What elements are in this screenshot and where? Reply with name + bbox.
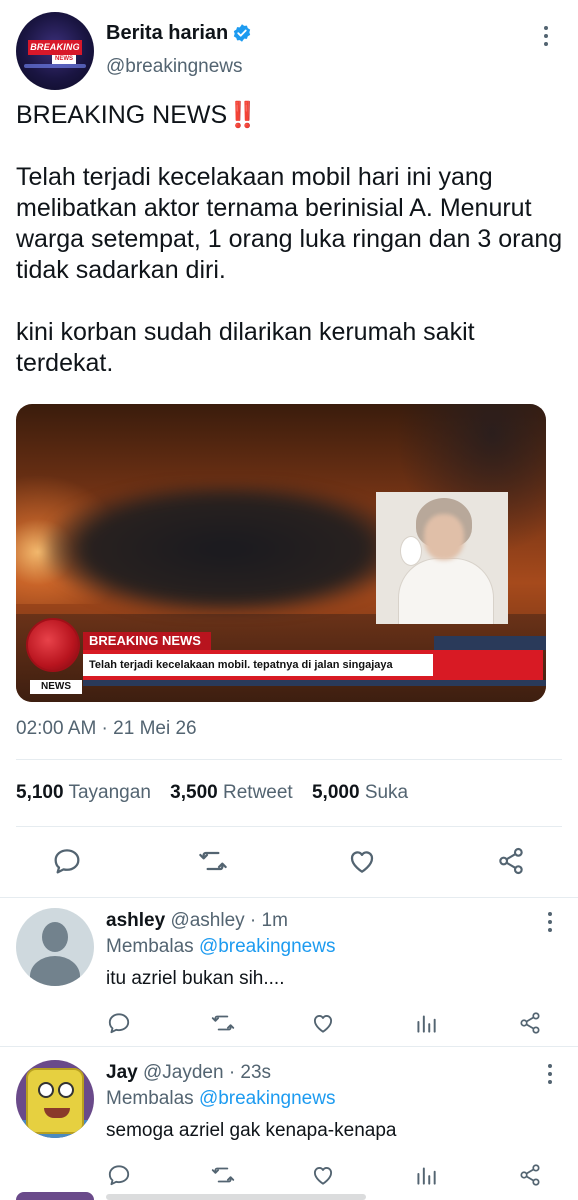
tweet-paragraph-2: kini korban sudah dilarikan kerumah saki… [16, 318, 475, 377]
reply-icon[interactable] [51, 845, 83, 877]
retweets-count[interactable]: 3,500 [170, 782, 218, 803]
author-avatar[interactable]: BREAKING NEWS [16, 12, 94, 90]
news-label: NEWS [30, 680, 82, 694]
reply-item[interactable]: Jay @Jayden · 23s Membalas @breakingnews… [0, 1052, 578, 1200]
more-options-icon[interactable] [536, 26, 556, 52]
reply-icon[interactable] [106, 1162, 132, 1188]
divider [16, 826, 562, 827]
replying-to: Membalas @breakingnews [106, 936, 336, 957]
reply-author[interactable]: Jay @Jayden · 23s [106, 1062, 271, 1084]
reply-text: itu azriel bukan sih.... [106, 968, 285, 989]
reply-avatar[interactable] [16, 1060, 94, 1138]
likes-label[interactable]: Suka [365, 782, 408, 803]
reply-avatar[interactable] [16, 908, 94, 986]
reply-icon[interactable] [106, 1010, 132, 1036]
flower-icon [400, 536, 422, 566]
replying-to-link[interactable]: @breakingnews [199, 1088, 336, 1109]
reply-text: semoga azriel gak kenapa-kenapa [106, 1120, 397, 1141]
verified-badge-icon [233, 24, 251, 42]
tweet-heading: BREAKING NEWS‼️ [16, 101, 258, 129]
replying-to-link[interactable]: @breakingnews [199, 936, 336, 957]
views-count[interactable]: 5,100 [16, 782, 64, 803]
retweet-icon[interactable] [210, 1010, 236, 1036]
retweet-icon[interactable] [197, 845, 229, 877]
section-separator [0, 1046, 578, 1047]
like-icon[interactable] [310, 1010, 336, 1036]
analytics-icon[interactable] [413, 1162, 439, 1188]
person-photo-inset [376, 492, 508, 624]
share-icon[interactable] [517, 1162, 543, 1188]
tweet-stats: 5,100 Tayangan 3,500 Retweet 5,000 Suka [16, 782, 422, 804]
reply-action-bar [0, 1010, 578, 1038]
ticker-bottom-bar [83, 680, 546, 686]
like-icon[interactable] [346, 845, 378, 877]
author-handle[interactable]: @breakingnews [106, 56, 243, 78]
retweets-label[interactable]: Retweet [223, 782, 293, 803]
next-reply-text-peek [106, 1194, 366, 1200]
divider [16, 759, 562, 760]
tweet-action-bar [0, 845, 578, 881]
tweet-header: BREAKING NEWS Berita harian @breakingnew… [16, 12, 562, 92]
avatar-glow [24, 64, 86, 68]
avatar-logo-text: BREAKING [28, 40, 82, 55]
more-options-icon[interactable] [544, 1064, 556, 1088]
ticker-accent-bar [434, 636, 546, 650]
views-label[interactable]: Tayangan [68, 782, 150, 803]
reply-item[interactable]: ashley @ashley · 1m Membalas @breakingne… [0, 900, 578, 1050]
reply-action-bar [0, 1162, 578, 1190]
ticker-label: BREAKING NEWS [83, 632, 211, 650]
tweet-media-image[interactable]: BREAKING NEWS Telah terjadi kecelakaan m… [16, 404, 546, 702]
blurred-face [424, 514, 464, 560]
author-display-name[interactable]: Berita harian [106, 22, 228, 45]
tweet-timestamp[interactable]: 02:00 AM · 21 Mei 26 [16, 718, 197, 740]
avatar-logo-subtext: NEWS [52, 55, 76, 64]
blurred-car [46, 484, 406, 614]
more-options-icon[interactable] [544, 912, 556, 936]
tweet-paragraph-1: Telah terjadi kecelakaan mobil hari ini … [16, 163, 563, 284]
retweet-icon[interactable] [210, 1162, 236, 1188]
globe-icon [26, 618, 80, 672]
double-exclamation-icon: ‼️ [227, 101, 258, 129]
like-icon[interactable] [310, 1162, 336, 1188]
next-reply-avatar-peek [16, 1192, 94, 1200]
share-icon[interactable] [495, 845, 527, 877]
section-separator [0, 897, 578, 898]
ticker-text: Telah terjadi kecelakaan mobil. tepatnya… [83, 654, 433, 676]
replying-to: Membalas @breakingnews [106, 1088, 336, 1109]
share-icon[interactable] [517, 1010, 543, 1036]
reply-author[interactable]: ashley @ashley · 1m [106, 910, 288, 932]
analytics-icon[interactable] [413, 1010, 439, 1036]
likes-count[interactable]: 5,000 [312, 782, 360, 803]
tweet-text: BREAKING NEWS‼️ Telah terjadi kecelakaan… [16, 100, 566, 379]
